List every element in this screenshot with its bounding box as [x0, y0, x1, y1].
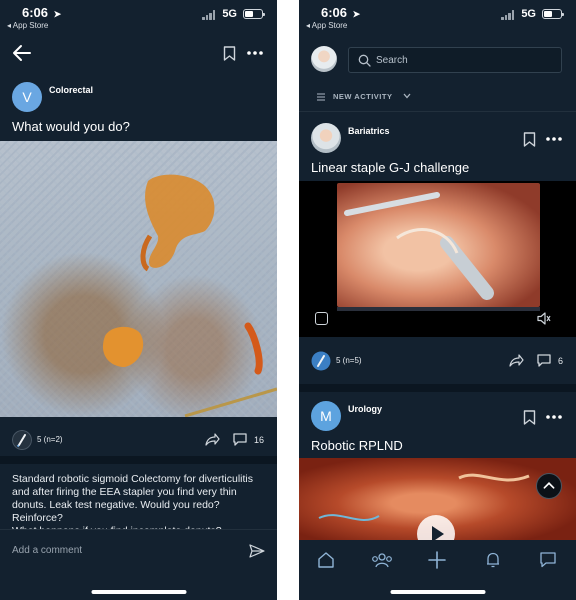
people-icon[interactable] — [370, 550, 394, 570]
comment-count: 6 — [558, 356, 564, 366]
back-to-app-store[interactable]: ◂ App Store — [306, 21, 347, 30]
signal-icon — [501, 10, 515, 20]
video-toolbar — [337, 307, 540, 311]
more-icon[interactable] — [546, 137, 562, 141]
bookmark-icon[interactable] — [523, 410, 536, 425]
community-name[interactable]: Colorectal — [49, 85, 93, 95]
post-action-row: 5 (n=5) 6 — [299, 345, 576, 375]
network-label: 5G — [222, 8, 237, 20]
back-arrow-icon[interactable] — [12, 44, 32, 62]
status-time: 6:06 — [22, 5, 49, 20]
comment-input[interactable]: Add a comment — [12, 545, 82, 556]
chevron-up-icon[interactable] — [536, 473, 562, 499]
community-name[interactable]: Urology — [348, 404, 382, 414]
plus-icon[interactable] — [427, 550, 447, 570]
signal-icon — [202, 10, 216, 20]
status-bar: 6:06 ➤ ◂ App Store 5G — [299, 0, 576, 34]
location-icon: ➤ — [352, 9, 361, 19]
post-title: Robotic RPLND — [311, 438, 403, 453]
right-phone-screen: 6:06 ➤ ◂ App Store 5G Search NEW ACTIVIT… — [299, 0, 576, 600]
vote-icon[interactable] — [12, 430, 32, 450]
comment-icon[interactable] — [233, 433, 247, 446]
staple-illustration — [344, 192, 494, 300]
profile-avatar[interactable] — [311, 46, 337, 72]
search-icon — [358, 54, 371, 67]
search-input[interactable]: Search — [376, 55, 408, 66]
community-avatar[interactable]: M — [311, 401, 341, 431]
feed-filter[interactable]: NEW ACTIVITY — [299, 84, 576, 112]
filter-label: NEW ACTIVITY — [333, 92, 393, 101]
post-action-row: 5 (n=2) 16 — [0, 424, 277, 454]
more-icon[interactable] — [546, 415, 562, 419]
community-avatar[interactable]: V — [12, 82, 42, 112]
section-divider — [299, 384, 576, 392]
share-icon[interactable] — [509, 354, 524, 367]
fullscreen-icon[interactable] — [315, 312, 328, 325]
filter-icon — [317, 93, 325, 101]
post-image[interactable] — [0, 141, 277, 418]
bell-icon[interactable] — [483, 550, 503, 570]
vote-count: 5 (n=5) — [336, 356, 362, 365]
home-indicator[interactable] — [390, 590, 485, 594]
share-icon[interactable] — [205, 433, 220, 446]
comment-count: 16 — [254, 435, 265, 445]
home-indicator[interactable] — [91, 590, 186, 594]
more-icon[interactable] — [247, 51, 263, 55]
bottom-tab-bar — [299, 540, 576, 584]
comment-bar: Add a comment — [0, 529, 277, 571]
status-time: 6:06 — [321, 5, 348, 20]
post-video[interactable] — [299, 181, 576, 337]
vote-count: 5 (n=2) — [37, 435, 63, 444]
bookmark-icon[interactable] — [223, 46, 236, 61]
post-title: What would you do? — [12, 119, 130, 134]
section-divider — [0, 456, 277, 464]
battery-icon — [542, 9, 564, 19]
search-bar[interactable]: Search — [348, 47, 562, 73]
description-paragraph: Standard robotic sigmoid Colectomy for d… — [12, 473, 254, 524]
mute-icon[interactable] — [537, 312, 551, 325]
status-bar: 6:06 ➤ ◂ App Store 5G — [0, 0, 277, 34]
vote-icon[interactable] — [311, 351, 331, 371]
location-icon: ➤ — [53, 9, 62, 19]
user-avatar[interactable] — [311, 123, 341, 153]
post-title: Linear staple G-J challenge — [311, 160, 470, 175]
community-name[interactable]: Bariatrics — [348, 126, 390, 136]
chevron-down-icon — [403, 93, 411, 99]
network-label: 5G — [521, 8, 536, 20]
battery-icon — [243, 9, 265, 19]
chat-icon[interactable] — [538, 550, 558, 570]
home-icon[interactable] — [316, 550, 336, 570]
bookmark-icon[interactable] — [523, 132, 536, 147]
comment-icon[interactable] — [537, 354, 551, 367]
video-frame-image — [337, 183, 540, 307]
left-phone-screen: 6:06 ➤ ◂ App Store 5G V Colorectal What … — [0, 0, 277, 600]
back-to-app-store[interactable]: ◂ App Store — [7, 21, 48, 30]
specimen-illustration — [102, 174, 277, 418]
send-icon[interactable] — [249, 544, 265, 558]
